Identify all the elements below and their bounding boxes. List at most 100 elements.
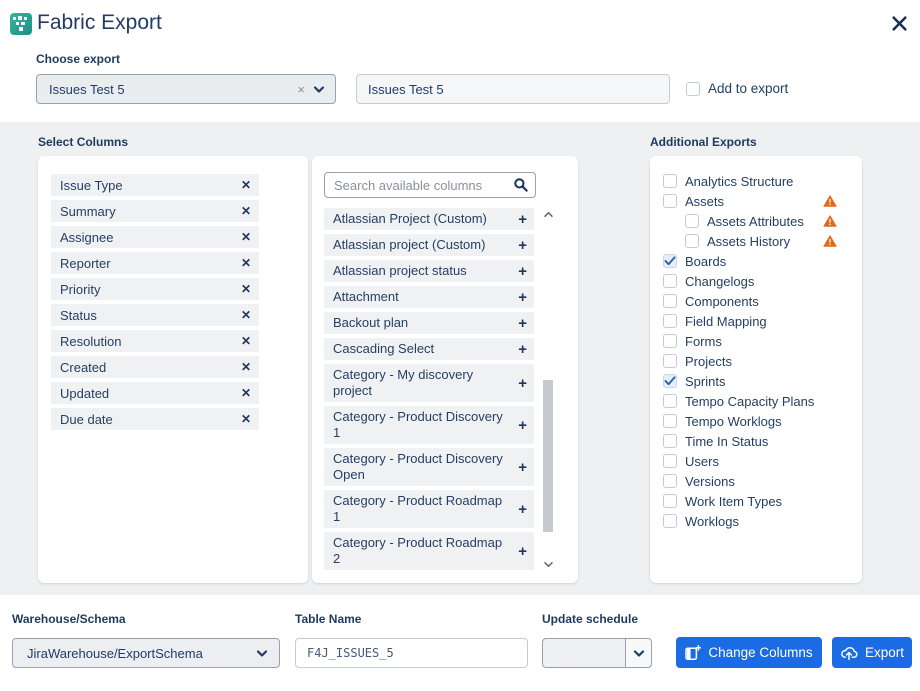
additional-export-row[interactable]: Worklogs — [663, 511, 849, 531]
remove-icon[interactable]: ✕ — [233, 386, 259, 400]
selected-column-row[interactable]: Summary ✕ — [51, 200, 259, 222]
add-icon[interactable]: + — [511, 237, 534, 254]
additional-export-row[interactable]: Assets Attributes — [663, 211, 849, 231]
add-icon[interactable]: + — [511, 375, 534, 392]
checkbox[interactable] — [663, 334, 677, 348]
change-columns-button[interactable]: Change Columns — [676, 637, 822, 668]
available-column-row[interactable]: Atlassian Project (Custom) + — [324, 208, 534, 230]
additional-export-row[interactable]: Components — [663, 291, 849, 311]
additional-export-label: Forms — [685, 334, 722, 349]
additional-export-row[interactable]: Field Mapping — [663, 311, 849, 331]
chevron-down-icon[interactable] — [625, 639, 651, 667]
selected-column-row[interactable]: Created ✕ — [51, 356, 259, 378]
remove-icon[interactable]: ✕ — [233, 412, 259, 426]
selected-column-row[interactable]: Assignee ✕ — [51, 226, 259, 248]
additional-export-row[interactable]: Work Item Types — [663, 491, 849, 511]
scrollbar[interactable] — [541, 208, 555, 570]
add-icon[interactable]: + — [511, 341, 534, 358]
checkbox[interactable] — [663, 454, 677, 468]
available-column-row[interactable]: Category - My discovery project + — [324, 364, 534, 402]
additional-export-row[interactable]: Time In Status — [663, 431, 849, 451]
add-icon[interactable]: + — [511, 543, 534, 560]
available-column-row[interactable]: Atlassian project status + — [324, 260, 534, 282]
additional-export-row[interactable]: Analytics Structure — [663, 171, 849, 191]
add-to-export-checkbox[interactable] — [686, 82, 700, 96]
add-icon[interactable]: + — [511, 263, 534, 280]
remove-icon[interactable]: ✕ — [233, 282, 259, 296]
selected-column-row[interactable]: Due date ✕ — [51, 408, 259, 430]
checkbox[interactable] — [663, 414, 677, 428]
chevron-down-icon[interactable] — [256, 649, 279, 658]
additional-export-row[interactable]: Tempo Worklogs — [663, 411, 849, 431]
checkbox[interactable] — [663, 254, 677, 268]
remove-icon[interactable]: ✕ — [233, 204, 259, 218]
scroll-down-icon[interactable] — [541, 558, 555, 570]
checkbox[interactable] — [685, 234, 699, 248]
selected-column-row[interactable]: Issue Type ✕ — [51, 174, 259, 196]
additional-export-row[interactable]: Users — [663, 451, 849, 471]
additional-export-label: Worklogs — [685, 514, 739, 529]
clear-icon[interactable]: × — [289, 82, 313, 97]
warehouse-schema-dropdown[interactable]: JiraWarehouse/ExportSchema — [12, 638, 280, 668]
export-cloud-upload-icon — [840, 645, 858, 660]
remove-icon[interactable]: ✕ — [233, 256, 259, 270]
checkbox[interactable] — [663, 394, 677, 408]
additional-export-row[interactable]: Versions — [663, 471, 849, 491]
add-icon[interactable]: + — [511, 289, 534, 306]
export-button[interactable]: Export — [832, 637, 912, 668]
checkbox[interactable] — [663, 514, 677, 528]
additional-export-row[interactable]: Tempo Capacity Plans — [663, 391, 849, 411]
additional-export-row[interactable]: Assets — [663, 191, 849, 211]
available-column-row[interactable]: Cascading Select + — [324, 338, 534, 360]
available-column-row[interactable]: Category - Product Discovery Open + — [324, 448, 534, 486]
selected-column-row[interactable]: Status ✕ — [51, 304, 259, 326]
search-input[interactable] — [324, 172, 536, 198]
selected-column-row[interactable]: Resolution ✕ — [51, 330, 259, 352]
additional-export-row[interactable]: Forms — [663, 331, 849, 351]
remove-icon[interactable]: ✕ — [233, 308, 259, 322]
available-column-row[interactable]: Backout plan + — [324, 312, 534, 334]
additional-export-label: Changelogs — [685, 274, 754, 289]
selected-column-row[interactable]: Updated ✕ — [51, 382, 259, 404]
checkbox[interactable] — [663, 294, 677, 308]
selected-column-row[interactable]: Priority ✕ — [51, 278, 259, 300]
add-icon[interactable]: + — [511, 211, 534, 228]
remove-icon[interactable]: ✕ — [233, 360, 259, 374]
additional-export-row[interactable]: Changelogs — [663, 271, 849, 291]
checkbox[interactable] — [663, 354, 677, 368]
table-name-input[interactable] — [295, 638, 528, 668]
search-icon — [513, 177, 529, 198]
checkbox[interactable] — [663, 374, 677, 388]
close-icon[interactable] — [886, 10, 912, 36]
export-name-input[interactable] — [356, 74, 670, 104]
additional-export-row[interactable]: Sprints — [663, 371, 849, 391]
checkbox[interactable] — [663, 194, 677, 208]
checkbox[interactable] — [663, 174, 677, 188]
additional-export-row[interactable]: Assets History — [663, 231, 849, 251]
update-schedule-dropdown[interactable] — [542, 638, 652, 668]
checkbox[interactable] — [663, 314, 677, 328]
scroll-up-icon[interactable] — [541, 208, 555, 220]
remove-icon[interactable]: ✕ — [233, 230, 259, 244]
add-icon[interactable]: + — [511, 417, 534, 434]
remove-icon[interactable]: ✕ — [233, 334, 259, 348]
chevron-down-icon[interactable] — [313, 85, 335, 94]
remove-icon[interactable]: ✕ — [233, 178, 259, 192]
checkbox[interactable] — [663, 494, 677, 508]
scrollbar-thumb[interactable] — [543, 380, 553, 532]
add-icon[interactable]: + — [511, 315, 534, 332]
available-column-row[interactable]: Category - Product Roadmap 1 + — [324, 490, 534, 528]
selected-column-row[interactable]: Reporter ✕ — [51, 252, 259, 274]
add-icon[interactable]: + — [511, 459, 534, 476]
checkbox[interactable] — [663, 434, 677, 448]
export-select-dropdown[interactable]: Issues Test 5 × — [36, 74, 336, 104]
available-column-row[interactable]: Category - Product Discovery 1 + — [324, 406, 534, 444]
checkbox[interactable] — [685, 214, 699, 228]
available-column-row[interactable]: Atlassian project (Custom) + — [324, 234, 534, 256]
additional-export-row[interactable]: Boards — [663, 251, 849, 271]
additional-export-row[interactable]: Projects — [663, 351, 849, 371]
checkbox[interactable] — [663, 474, 677, 488]
checkbox[interactable] — [663, 274, 677, 288]
available-column-row[interactable]: Attachment + — [324, 286, 534, 308]
add-icon[interactable]: + — [511, 501, 534, 518]
